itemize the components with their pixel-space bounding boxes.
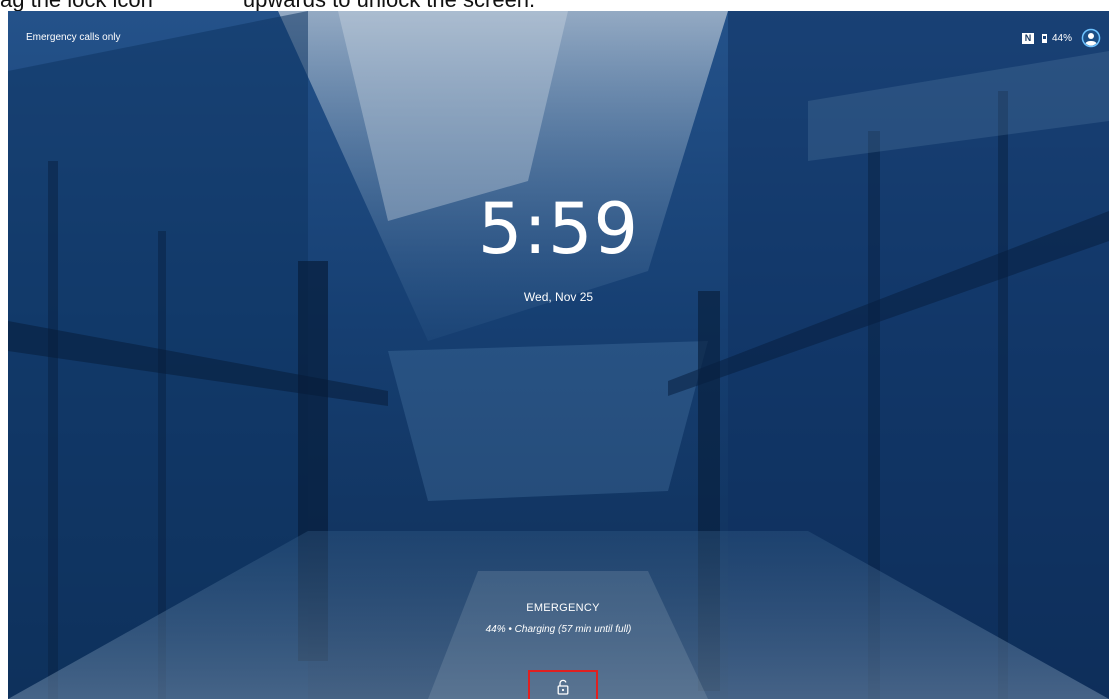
- battery-icon: [1041, 33, 1047, 43]
- user-avatar-icon[interactable]: [1081, 28, 1101, 48]
- status-icons: N 44%: [1021, 27, 1101, 49]
- nfc-icon: N: [1021, 32, 1034, 44]
- carrier-status: Emergency calls only: [26, 32, 121, 43]
- emergency-button[interactable]: EMERGENCY: [508, 602, 618, 614]
- date: Wed, Nov 25: [523, 290, 594, 304]
- wallpaper: [8, 11, 1109, 699]
- page: ag the lock iconupwards to unlock the sc…: [0, 0, 1113, 699]
- battery-percent: 44%: [1051, 32, 1072, 44]
- charging-status: 44% • Charging (57 min until full): [485, 624, 632, 635]
- lock-screen[interactable]: Emergency calls only N 44% 5:59 Wed, Nov…: [8, 11, 1109, 699]
- lock-icon[interactable]: [556, 679, 570, 695]
- clock: 5:59: [477, 188, 640, 270]
